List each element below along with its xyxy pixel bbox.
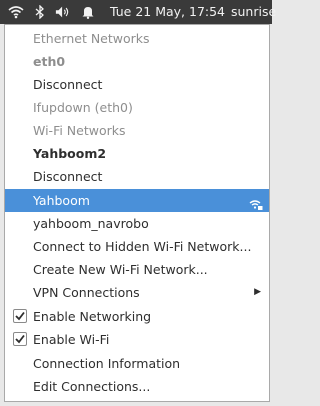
- wifi-icon[interactable]: [8, 4, 24, 20]
- volume-icon[interactable]: [55, 4, 71, 20]
- network-label: Yahboom: [33, 193, 90, 208]
- clock[interactable]: Tue 21 May, 17:54: [110, 4, 225, 20]
- top-panel: Tue 21 May, 17:54 sunrise: [0, 0, 276, 24]
- enable-networking-label: Enable Networking: [33, 309, 152, 324]
- connection-information-item[interactable]: Connection Information: [5, 352, 269, 375]
- connect-hidden-network-item[interactable]: Connect to Hidden Wi-Fi Network...: [5, 235, 269, 258]
- bluetooth-icon[interactable]: [32, 4, 48, 20]
- eth-profile-item: Ifupdown (eth0): [33, 100, 133, 115]
- eth-disconnect-item[interactable]: Disconnect: [5, 73, 269, 96]
- checkbox-checked-icon[interactable]: [13, 309, 27, 323]
- create-network-label: Create New Wi-Fi Network...: [33, 262, 208, 277]
- network-item-yahboom[interactable]: Yahboom: [5, 189, 269, 212]
- network-menu: Ethernet Networks eth0 Disconnect Ifupdo…: [4, 24, 270, 402]
- wifi-active-network: Yahboom2: [33, 146, 107, 161]
- checkbox-checked-icon[interactable]: [13, 332, 27, 346]
- wifi-disconnect-item[interactable]: Disconnect: [5, 165, 269, 188]
- chevron-right-icon: ▶: [254, 287, 261, 297]
- enable-networking-item[interactable]: Enable Networking: [5, 305, 269, 328]
- network-item-yahboom-navrobo[interactable]: yahboom_navrobo: [5, 212, 269, 235]
- ethernet-header: Ethernet Networks: [33, 31, 150, 46]
- create-network-item[interactable]: Create New Wi-Fi Network...: [5, 258, 269, 281]
- wifi-header: Wi-Fi Networks: [33, 123, 126, 138]
- eth-device: eth0: [33, 54, 66, 69]
- connect-hidden-network-label: Connect to Hidden Wi-Fi Network...: [33, 239, 252, 254]
- user-menu[interactable]: sunrise: [231, 4, 276, 20]
- notification-bell-icon[interactable]: [80, 4, 96, 20]
- edit-connections-item[interactable]: Edit Connections...: [5, 375, 269, 398]
- enable-wifi-label: Enable Wi-Fi: [33, 332, 110, 347]
- vpn-connections-label: VPN Connections: [33, 285, 140, 300]
- enable-wifi-item[interactable]: Enable Wi-Fi: [5, 328, 269, 351]
- vpn-connections-item[interactable]: VPN Connections ▶: [5, 281, 269, 304]
